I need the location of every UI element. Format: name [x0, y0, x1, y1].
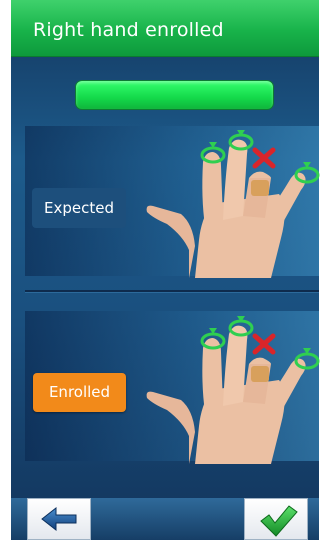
expected-hand-illustration: [146, 130, 320, 278]
panel-divider: [25, 290, 319, 292]
page-title: Right hand enrolled: [33, 19, 224, 41]
checkmark-icon: [260, 505, 298, 537]
enrollment-progress-bar: [75, 80, 274, 110]
arrow-left-icon: [41, 506, 77, 532]
enrolled-hand-illustration: [146, 316, 320, 464]
confirm-button[interactable]: [244, 498, 308, 540]
back-button[interactable]: [27, 498, 91, 540]
bottom-toolbar: [11, 498, 319, 540]
enrollment-screen: Right hand enrolled Expected Enrolled: [11, 0, 320, 540]
hand-icon: [146, 130, 320, 278]
title-bar: Right hand enrolled: [11, 0, 319, 56]
expected-label: Expected: [32, 188, 126, 228]
enrolled-label: Enrolled: [33, 373, 126, 412]
hand-icon: [146, 316, 320, 464]
